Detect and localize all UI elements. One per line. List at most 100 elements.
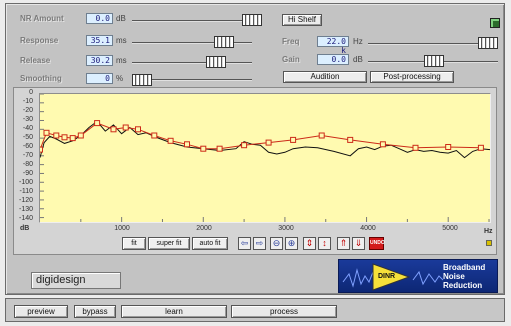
smoothing-label: Smoothing	[20, 74, 62, 83]
process-bar: preview bypass learn process	[5, 298, 505, 322]
fit-button[interactable]: fit	[122, 237, 146, 250]
plot-area[interactable]	[39, 93, 491, 223]
breakpoint-handle[interactable]	[43, 129, 50, 136]
y-tick-label: -60	[22, 143, 33, 150]
breakpoint-handle[interactable]	[151, 132, 158, 139]
y-tick-label: -140	[18, 215, 33, 222]
y-tick-label: -110	[19, 188, 34, 195]
y-tick-label: -130	[18, 206, 33, 213]
digidesign-logo: digidesign	[31, 272, 121, 289]
freq-label: Freq	[282, 37, 300, 46]
release-unit: ms	[116, 56, 127, 65]
zoom-out-icon[interactable]: ⊖	[270, 237, 283, 250]
x-tick-label: 2000	[196, 225, 212, 232]
breakpoint-handle[interactable]	[53, 132, 60, 139]
freq-unit: Hz	[353, 37, 363, 46]
x-tick-label: 1000	[114, 225, 130, 232]
shift-left-icon[interactable]: ⇦	[238, 237, 251, 250]
release-label: Release	[20, 56, 51, 65]
y-tick-label: -30	[22, 116, 33, 123]
release-field[interactable]: 30.2	[86, 55, 113, 66]
gain-label: Gain	[282, 55, 300, 64]
y-axis-unit: dB	[20, 225, 30, 232]
shift-right-icon[interactable]: ⇨	[253, 237, 266, 250]
auto-fit-button[interactable]: auto fit	[192, 237, 228, 250]
lower-curve-icon[interactable]: ⇓	[352, 237, 365, 250]
breakpoint-handle[interactable]	[318, 132, 325, 139]
super-fit-button[interactable]: super fit	[148, 237, 190, 250]
smoothing-slider-thumb[interactable]	[132, 74, 152, 86]
learn-button[interactable]: learn	[121, 305, 227, 318]
breakpoint-handle[interactable]	[167, 137, 174, 144]
response-unit: ms	[116, 36, 127, 45]
breakpoint-handle[interactable]	[379, 141, 386, 148]
breakpoint-handle[interactable]	[122, 124, 129, 131]
y-tick-label: -120	[18, 197, 33, 204]
x-axis-unit: Hz	[484, 228, 493, 235]
y-tick-label: -10	[22, 98, 33, 105]
tick-marks	[40, 94, 490, 222]
y-tick-label: 0	[29, 89, 33, 96]
y-tick-label: -20	[22, 107, 33, 114]
expand-vertical-icon[interactable]: ⇕	[303, 237, 316, 250]
breakpoint-handle[interactable]	[110, 126, 117, 133]
freq-slider-thumb[interactable]	[478, 37, 498, 49]
breakpoint-handle[interactable]	[290, 136, 297, 143]
breakpoint-handle[interactable]	[184, 141, 190, 148]
gain-field[interactable]: 0.0	[317, 54, 349, 65]
plugin-window: NR Amount 0.0 dB Response 35.1 ms Releas…	[0, 0, 511, 326]
breakpoint-handle[interactable]	[40, 146, 43, 153]
response-field[interactable]: 35.1	[86, 35, 113, 46]
breakpoint-handle[interactable]	[265, 139, 272, 146]
compress-vertical-icon[interactable]: ↕	[318, 237, 331, 250]
plugin-name-line1: Broadband	[443, 263, 486, 272]
dinr-badge: DINR	[378, 273, 396, 280]
plugin-name-line3: Reduction	[443, 281, 483, 290]
gain-slider-thumb[interactable]	[424, 55, 444, 67]
bypass-button[interactable]: bypass	[74, 305, 116, 318]
nr-amount-slider-thumb[interactable]	[242, 14, 262, 26]
threshold-breakpoints[interactable]	[40, 120, 484, 153]
x-tick-label: 3000	[278, 225, 294, 232]
y-tick-label: -100	[18, 179, 33, 186]
breakpoint-handle[interactable]	[216, 145, 223, 152]
process-button[interactable]: process	[231, 305, 337, 318]
filter-type-button[interactable]: Hi Shelf	[282, 14, 322, 26]
y-tick-label: -90	[22, 170, 33, 177]
post-processing-button[interactable]: Post-processing	[370, 71, 454, 83]
breakpoint-handle[interactable]	[135, 126, 141, 133]
preview-button[interactable]: preview	[14, 305, 68, 318]
nr-amount-unit: dB	[116, 14, 126, 23]
response-slider-thumb[interactable]	[214, 36, 234, 48]
zoom-in-icon[interactable]: ⊕	[285, 237, 298, 250]
raise-curve-icon[interactable]: ⇑	[337, 237, 350, 250]
nr-amount-field[interactable]: 0.0	[86, 13, 113, 24]
breakpoint-handle[interactable]	[77, 132, 84, 139]
breakpoint-handle[interactable]	[94, 120, 101, 127]
breakpoint-handle[interactable]	[412, 144, 419, 151]
nr-amount-slider-track[interactable]	[132, 20, 252, 21]
filter-enable-led[interactable]	[490, 18, 500, 28]
breakpoint-handle[interactable]	[241, 142, 248, 149]
noise-profile-graph: 0 -10 -20 -30 -40 -50 -60 -70 -80 -90 -1…	[13, 87, 497, 255]
y-tick-label: -70	[22, 152, 33, 159]
response-slider-track[interactable]	[132, 42, 252, 43]
gain-unit: dB	[353, 55, 363, 64]
breakpoint-handle[interactable]	[61, 134, 68, 141]
breakpoint-handle[interactable]	[200, 145, 207, 152]
y-tick-label: -80	[22, 161, 33, 168]
smoothing-field[interactable]: 0	[86, 73, 113, 84]
undo-button[interactable]: UNDO	[369, 237, 385, 250]
freq-field[interactable]: 22.0 k	[317, 36, 349, 55]
breakpoint-handle[interactable]	[69, 135, 76, 142]
breakpoint-handle[interactable]	[445, 144, 452, 150]
audition-button[interactable]: Audition	[283, 71, 367, 83]
release-slider-thumb[interactable]	[206, 56, 226, 68]
breakpoint-handle[interactable]	[477, 144, 484, 151]
release-slider-track[interactable]	[132, 62, 252, 63]
y-tick-label: -50	[22, 134, 33, 141]
breakpoint-handle[interactable]	[347, 136, 354, 143]
curve-canvas[interactable]	[40, 94, 490, 222]
indicator-icon	[486, 240, 492, 246]
dinr-brand-panel: DINR Broadband Noise Reduction	[338, 259, 498, 293]
